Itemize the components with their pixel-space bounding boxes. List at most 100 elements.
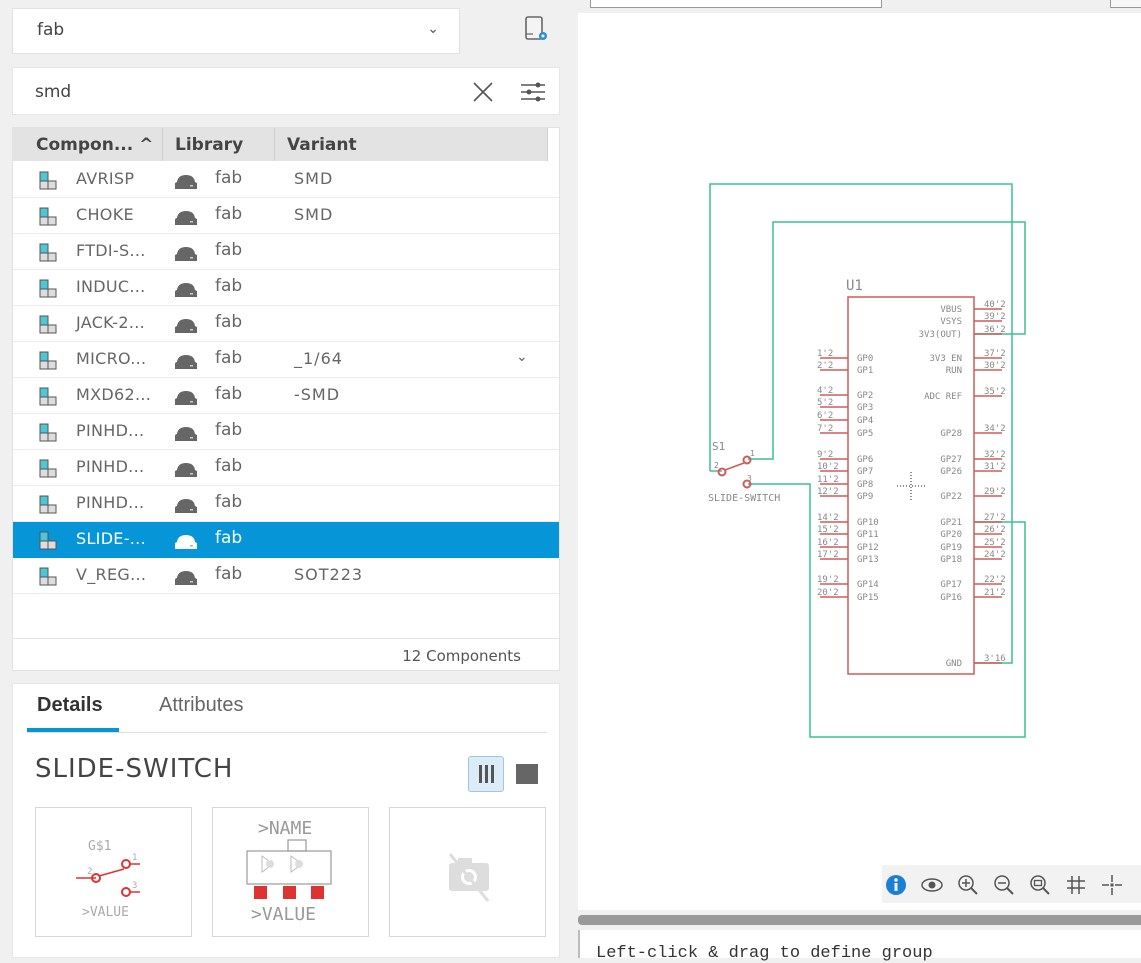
table-row[interactable]: PINHD... fab [13, 486, 559, 522]
library-disk-icon [175, 535, 197, 549]
table-row[interactable]: FTDI-S... fab [13, 234, 559, 270]
library-disk-icon [175, 427, 197, 441]
search-field[interactable] [12, 67, 560, 115]
pin-label: GP1 [857, 366, 873, 376]
pin-label: 3V3 EN [929, 354, 962, 364]
pin-label: GP3 [857, 403, 873, 413]
status-console: Left-click & drag to define group [578, 930, 1141, 963]
component-name: AVRISP [76, 169, 135, 188]
pin-label: 3V3(OUT) [919, 330, 962, 340]
top-toolbar-field[interactable] [590, 0, 882, 8]
pin-number: 11'2 [817, 475, 839, 485]
zoom-fit-icon[interactable] [1028, 873, 1052, 897]
component-icon [38, 315, 58, 335]
variant-value[interactable]: _1/64 [294, 349, 343, 368]
info-icon[interactable] [884, 873, 908, 897]
pin-number: 9'2 [817, 450, 833, 460]
pin-1-label: 1 [132, 853, 137, 863]
library-name: fab [215, 384, 243, 404]
components-table: Compon... ^ Library Variant AVRISP fab SMD… [12, 127, 560, 671]
table-row[interactable]: PINHD... fab [13, 450, 559, 486]
panel-splitter[interactable] [578, 915, 1141, 925]
3d-model-preview[interactable] [389, 807, 546, 937]
column-header-library[interactable]: Library [163, 128, 275, 161]
pin-number: 39'2 [984, 312, 1006, 322]
symbol-preview[interactable]: G$1 1 2 3 >VALUE [35, 807, 192, 937]
tab-attributes[interactable]: Attributes [159, 694, 243, 717]
variant-value: SMD [294, 169, 334, 188]
view-toolbar [882, 865, 1141, 903]
column-header-component[interactable]: Compon... ^ [13, 128, 163, 161]
schematic-canvas[interactable]: U1 1'2 GP0 2'2 GP1 4'2 GP2 5'2 GP3 6'2 GP4 7'2 GP5 9'… [578, 13, 1141, 910]
multi-view-toggle[interactable] [468, 756, 504, 792]
column-header-variant[interactable]: Variant [275, 128, 548, 161]
pin-number: 25'2 [984, 538, 1006, 548]
table-row[interactable]: MICRO... fab _1/64 ⌄ [13, 342, 559, 378]
pin-number: 21'2 [984, 588, 1006, 598]
status-message: Left-click & drag to define group [596, 944, 933, 963]
search-input[interactable] [33, 78, 457, 106]
single-view-toggle[interactable] [516, 764, 538, 784]
pin-number: 5'2 [817, 398, 833, 408]
pin-3-label: 3 [132, 881, 137, 891]
library-dropdown[interactable]: fab ⌄ [12, 8, 460, 54]
library-disk-icon [175, 499, 197, 513]
variant-dropdown-chevron-icon[interactable]: ⌄ [516, 349, 528, 365]
pin-label: VBUS [940, 305, 962, 315]
crosshair-icon[interactable] [1100, 873, 1124, 897]
pin-label: GP13 [857, 555, 879, 565]
component-icon [38, 351, 58, 371]
library-manager-icon[interactable] [521, 14, 551, 44]
component-name: PINHD... [76, 457, 145, 476]
pin-label: GP26 [940, 467, 962, 477]
pin-2-label: 2 [87, 867, 92, 877]
pin-number: 30'2 [984, 361, 1006, 371]
chevron-down-icon: ⌄ [427, 21, 439, 37]
wire [975, 334, 1013, 664]
variant-value: -SMD [294, 385, 341, 404]
table-row[interactable]: V_REG... fab SOT223 [13, 558, 559, 594]
tab-divider [27, 732, 547, 733]
pin-label: GP6 [857, 455, 873, 465]
pin-label: GP5 [857, 429, 873, 439]
zoom-in-icon[interactable] [956, 873, 980, 897]
library-name: fab [215, 240, 243, 260]
component-count: 12 Components [402, 647, 521, 665]
component-icon [38, 207, 58, 227]
table-row[interactable]: MXD62... fab -SMD [13, 378, 559, 414]
variant-value: SOT223 [294, 565, 364, 584]
pin-label: GP8 [857, 480, 873, 490]
table-row[interactable]: SLIDE-... fab [13, 522, 559, 558]
pin-number: 7'2 [817, 424, 833, 434]
s1-name-label: S1 [712, 440, 725, 453]
component-name: PINHD... [76, 421, 145, 440]
grid-icon[interactable] [1064, 873, 1088, 897]
clear-search-icon[interactable] [471, 80, 495, 104]
table-footer: 12 Components [13, 638, 559, 672]
footprint-preview[interactable]: >NAME >VALUE [212, 807, 369, 937]
filter-settings-icon[interactable] [519, 80, 547, 104]
eye-icon[interactable] [920, 873, 944, 897]
zoom-out-icon[interactable] [992, 873, 1016, 897]
pin-label: GP27 [940, 455, 962, 465]
component-icon [38, 567, 58, 587]
active-tab-indicator [27, 728, 119, 732]
library-name: fab [215, 276, 243, 296]
no-3d-model-icon [448, 853, 490, 902]
switch-pin-label: 3 [747, 474, 752, 483]
table-row[interactable]: PINHD... fab [13, 414, 559, 450]
schematic-panel: U1 1'2 GP0 2'2 GP1 4'2 GP2 5'2 GP3 6'2 GP4 7'2 GP5 9'… [570, 0, 1141, 963]
table-row[interactable]: INDUC... fab [13, 270, 559, 306]
pin-number: 15'2 [817, 525, 839, 535]
variant-value: SMD [294, 205, 334, 224]
component-name: MXD62... [76, 385, 152, 404]
tab-details[interactable]: Details [37, 694, 103, 717]
top-toolbar-button[interactable] [1110, 0, 1141, 8]
switch-pin-label: 1 [750, 449, 755, 458]
table-row[interactable]: JACK-2... fab [13, 306, 559, 342]
table-row[interactable]: CHOKE fab SMD [13, 198, 559, 234]
component-name: JACK-2... [76, 313, 145, 332]
schematic-drawing[interactable]: U1 1'2 GP0 2'2 GP1 4'2 GP2 5'2 GP3 6'2 GP4 7'2 GP5 9'… [578, 13, 1141, 910]
table-row[interactable]: AVRISP fab SMD [13, 162, 559, 198]
pin-label: ADC REF [924, 392, 962, 402]
